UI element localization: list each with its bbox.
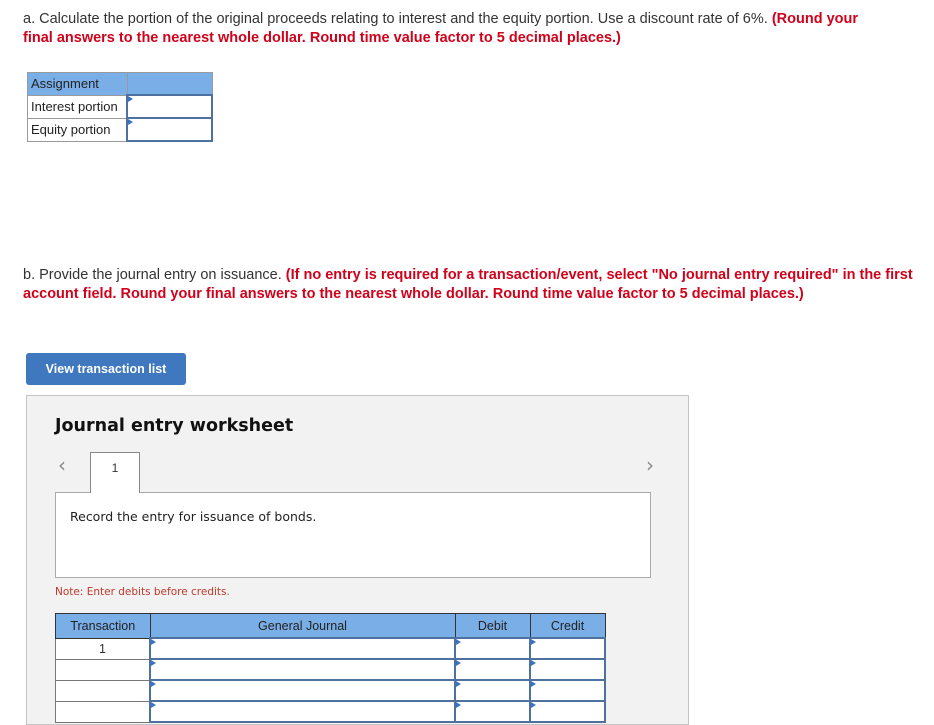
account-input[interactable] [151,639,454,658]
entry-description: Record the entry for issuance of bonds. [70,509,317,524]
input-flag-icon [456,702,461,708]
question-b: b. Provide the journal entry on issuance… [23,266,934,304]
journal-row [55,700,606,723]
question-a-instruction: (Round your [771,11,859,27]
assignment-header: Assignment [27,72,128,96]
assignment-table: Assignment Interest portion Equity porti… [27,72,213,142]
col-header-debit: Debit [454,613,531,639]
transaction-number [55,679,151,702]
input-flag-icon [531,639,536,645]
interest-portion-label: Interest portion [27,94,128,119]
worksheet-title: Journal entry worksheet [55,416,294,436]
col-header-general-journal: General Journal [149,613,456,639]
col-header-transaction: Transaction [55,613,151,639]
input-flag-icon [128,119,133,125]
chevron-right-icon[interactable]: › [646,455,654,475]
credit-input[interactable] [531,681,604,700]
debit-input[interactable] [456,702,529,721]
question-b-text: b. Provide the journal entry on issuance… [23,267,282,283]
journal-row [55,658,606,681]
credit-input[interactable] [531,702,604,721]
input-flag-icon [531,702,536,708]
col-header-credit: Credit [529,613,606,639]
debits-note: Note: Enter debits before credits. [55,586,230,598]
account-input[interactable] [151,702,454,721]
account-input[interactable] [151,660,454,679]
transaction-number [55,700,151,723]
journal-row: 1 [55,637,606,660]
credit-input[interactable] [531,639,604,658]
input-flag-icon [151,639,156,645]
journal-table: Transaction General Journal Debit Credit… [55,613,606,723]
input-flag-icon [456,681,461,687]
equity-portion-input[interactable] [128,119,211,140]
input-flag-icon [128,96,133,102]
worksheet-tab-1[interactable]: 1 [90,452,140,493]
transaction-number: 1 [55,637,151,660]
input-flag-icon [531,681,536,687]
input-flag-icon [151,681,156,687]
question-a-text: a. Calculate the portion of the original… [23,11,768,27]
debit-input[interactable] [456,660,529,679]
input-flag-icon [456,639,461,645]
chevron-left-icon[interactable]: ‹ [58,455,66,475]
question-a: a. Calculate the portion of the original… [23,10,934,48]
question-b-instruction-cont: account field. Round your final answers … [23,286,804,302]
journal-entry-worksheet: Journal entry worksheet ‹ 1 › Record the… [26,395,689,725]
debit-input[interactable] [456,639,529,658]
transaction-number [55,658,151,681]
interest-portion-input[interactable] [128,96,211,117]
equity-portion-label: Equity portion [27,117,128,142]
question-b-instruction: (If no entry is required for a transacti… [285,267,913,283]
input-flag-icon [456,660,461,666]
input-flag-icon [151,702,156,708]
entry-description-box: Record the entry for issuance of bonds. [55,492,651,578]
input-flag-icon [151,660,156,666]
assignment-header-blank [126,72,213,96]
account-input[interactable] [151,681,454,700]
credit-input[interactable] [531,660,604,679]
question-a-instruction-cont: final answers to the nearest whole dolla… [23,30,621,46]
input-flag-icon [531,660,536,666]
debit-input[interactable] [456,681,529,700]
view-transaction-list-button[interactable]: View transaction list [26,353,186,385]
journal-row [55,679,606,702]
